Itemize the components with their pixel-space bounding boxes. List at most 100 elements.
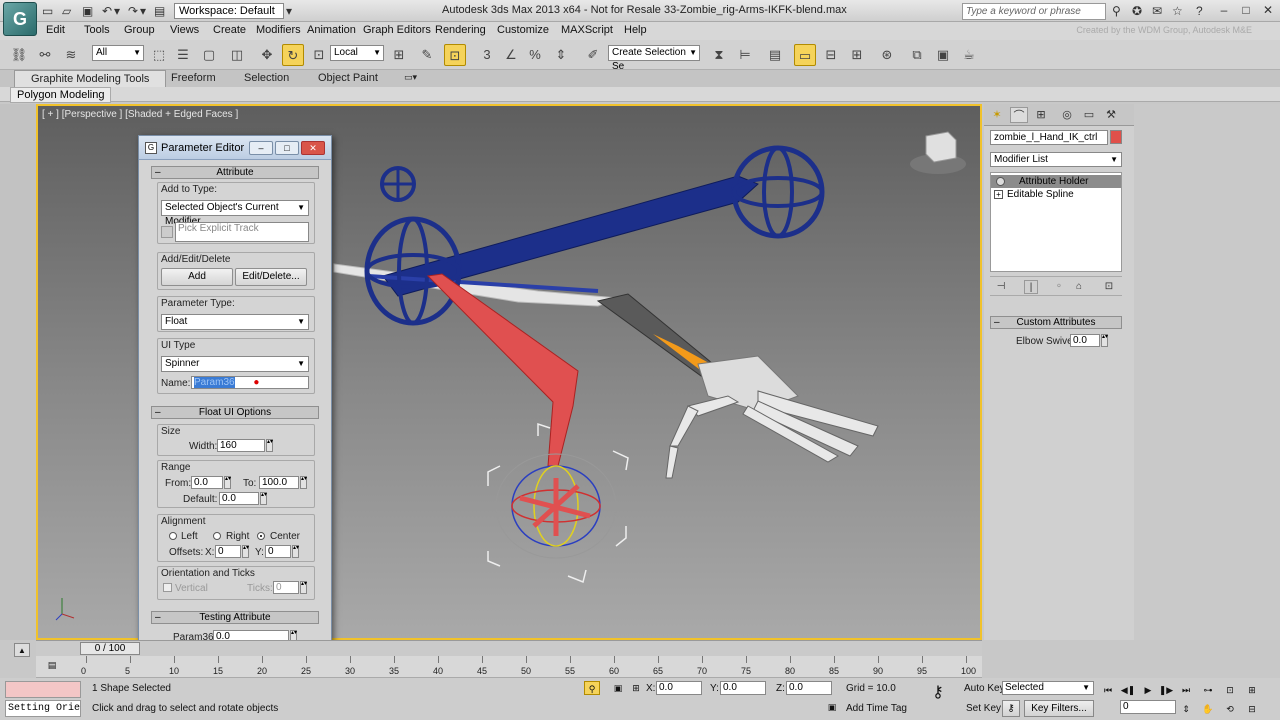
viewport-label[interactable]: [ + ] [Perspective ] [Shaded + Edged Fac… (42, 109, 238, 120)
z-coord-field[interactable]: 0.0 (786, 681, 832, 695)
schematic-view-icon[interactable]: ⊞ (846, 44, 868, 66)
percent-snap-icon[interactable]: % (524, 44, 546, 66)
time-config-icon[interactable]: ⊡ (1222, 683, 1238, 697)
utilities-tab-icon[interactable]: ⚒ (1102, 107, 1120, 123)
isolate-icon[interactable]: ▣ (610, 681, 626, 695)
width-field[interactable]: 160 (217, 439, 265, 452)
dialog-close-icon[interactable]: ✕ (301, 141, 325, 155)
graphite-toggle-icon[interactable]: ▭ (794, 44, 816, 66)
menu-customize[interactable]: Customize (497, 24, 549, 36)
current-frame-field[interactable]: 0 (1120, 700, 1176, 714)
ref-coord-dropdown[interactable]: Local ▼ (330, 45, 384, 61)
stack-item-editable-spline[interactable]: + Editable Spline (991, 188, 1121, 201)
select-object-icon[interactable]: ⬚ (148, 44, 170, 66)
selection-filter-dropdown[interactable]: All ▼ (92, 45, 144, 61)
menu-help[interactable]: Help (624, 24, 647, 36)
menu-animation[interactable]: Animation (307, 24, 356, 36)
key-filters-button[interactable]: Key Filters... (1024, 700, 1094, 717)
unlink-icon[interactable]: ⚯ (34, 44, 56, 66)
menu-tools[interactable]: Tools (84, 24, 110, 36)
rect-selection-icon[interactable]: ▢ (198, 44, 220, 66)
key-mode-dropdown[interactable]: Selected ▼ (1002, 681, 1094, 695)
object-color-swatch[interactable] (1110, 130, 1122, 144)
window-crossing-icon[interactable]: ◫ (226, 44, 248, 66)
set-key-big-icon[interactable]: ⚷ (1002, 700, 1020, 717)
save-file-icon[interactable]: ▣ (82, 3, 93, 19)
dialog-title-bar[interactable]: G Parameter Editor – □ ✕ (139, 136, 331, 160)
set-key-button[interactable]: Set Key (966, 703, 1001, 714)
align-left-radio[interactable] (169, 532, 177, 540)
edit-named-selection-icon[interactable]: ✐ (582, 44, 604, 66)
ui-type-dropdown[interactable]: Spinner ▼ (161, 356, 309, 372)
y-coord-field[interactable]: 0.0 (720, 681, 766, 695)
select-manipulate-icon[interactable]: ✎ (416, 44, 438, 66)
lightbulb-icon[interactable] (996, 177, 1005, 186)
render-production-icon[interactable]: ☕ (958, 44, 980, 66)
tab-freeform[interactable]: Freeform (171, 72, 216, 84)
select-by-name-icon[interactable]: ☰ (172, 44, 194, 66)
display-tab-icon[interactable]: ▭ (1080, 107, 1098, 123)
rotate-icon[interactable]: ↻ (282, 44, 304, 66)
elbow-swivel-field[interactable]: 0.0 (1070, 334, 1100, 347)
name-field[interactable]: Param36 ● (191, 376, 309, 389)
named-selection-dropdown[interactable]: Create Selection Se ▼ (608, 45, 700, 72)
frame-spinner[interactable]: ⇕ (1178, 702, 1194, 716)
maxscript-mini-listener[interactable]: Setting Orie (5, 700, 81, 717)
add-to-type-dropdown[interactable]: Selected Object's Current Modifier▼ (161, 200, 309, 227)
communication-icon[interactable]: ✉ (1152, 3, 1162, 19)
rendered-frame-icon[interactable]: ▣ (932, 44, 954, 66)
stack-item-attribute-holder[interactable]: Attribute Holder (991, 175, 1121, 188)
time-slider-thumb[interactable]: 0 / 100 (80, 642, 140, 655)
hold-icon[interactable]: ▤ (154, 3, 165, 19)
from-spinner[interactable]: ▴▾ (224, 476, 231, 489)
snaps-toggle-icon[interactable]: 3 (476, 44, 498, 66)
workspace-arrow-icon[interactable]: ▾ (286, 3, 292, 19)
time-tag-icon[interactable]: ▣ (824, 700, 840, 714)
absolute-mode-icon[interactable]: ⊞ (628, 681, 644, 695)
dialog-minimize-icon[interactable]: – (249, 141, 273, 155)
next-frame-icon[interactable]: ❚▶ (1158, 683, 1174, 697)
angle-snap-icon[interactable]: ∠ (500, 44, 522, 66)
prev-frame-icon[interactable]: ◀❚ (1120, 683, 1136, 697)
align-icon[interactable]: ⊨ (734, 44, 756, 66)
menu-edit[interactable]: Edit (46, 24, 65, 36)
attribute-rollout[interactable]: – Attribute (151, 166, 319, 179)
zoom-extents-icon[interactable]: ⊞ (1244, 683, 1260, 697)
tab-graphite-modeling[interactable]: Graphite Modeling Tools (14, 70, 167, 87)
help-icon[interactable]: ? (1196, 3, 1203, 19)
pivot-center-icon[interactable]: ⊞ (388, 44, 410, 66)
menu-maxscript[interactable]: MAXScript (561, 24, 613, 36)
curve-editor-mini-icon[interactable]: ▤ (44, 658, 60, 672)
modifier-list-dropdown[interactable]: Modifier List ▼ (990, 152, 1122, 167)
play-icon[interactable]: ▶ (1140, 683, 1156, 697)
tab-selection[interactable]: Selection (244, 72, 289, 84)
go-to-end-icon[interactable]: ⏭ (1178, 683, 1194, 697)
move-icon[interactable]: ✥ (256, 44, 278, 66)
modify-tab-icon[interactable]: ⌒ (1010, 107, 1028, 123)
auto-key-button[interactable]: Auto Key (964, 683, 1005, 694)
hierarchy-tab-icon[interactable]: ⊞ (1032, 107, 1050, 123)
favorites-icon[interactable]: ☆ (1172, 3, 1183, 19)
track-bar[interactable]: 0 5 10 15 20 25 30 35 40 45 50 55 60 65 70 75 80 85 90 95 10… (36, 656, 982, 678)
show-end-result-icon[interactable]: | (1024, 280, 1038, 294)
offset-x-field[interactable]: 0 (215, 545, 241, 558)
ticks-field[interactable]: 0 (273, 581, 299, 594)
workspace-dropdown[interactable]: Workspace: Default (174, 3, 284, 19)
open-file-icon[interactable]: ▱ (62, 3, 71, 19)
tab-object-paint[interactable]: Object Paint (318, 72, 378, 84)
offset-y-spinner[interactable]: ▴▾ (292, 545, 299, 558)
mirror-icon[interactable]: ⧗ (708, 44, 730, 66)
subscription-icon[interactable]: ✪ (1132, 3, 1142, 19)
menu-views[interactable]: Views (170, 24, 199, 36)
pick-track-field[interactable]: Pick Explicit Track (175, 222, 309, 242)
close-icon[interactable]: ✕ (1258, 1, 1278, 19)
undo-dropdown-icon[interactable]: ▾ (114, 3, 120, 19)
redo-dropdown-icon[interactable]: ▾ (140, 3, 146, 19)
edit-delete-button[interactable]: Edit/Delete... (235, 268, 307, 286)
menu-modifiers[interactable]: Modifiers (256, 24, 301, 36)
scale-icon[interactable]: ⊡ (308, 44, 330, 66)
to-field[interactable]: 100.0 (259, 476, 299, 489)
orbit-icon[interactable]: ⟲ (1222, 702, 1238, 716)
material-editor-icon[interactable]: ⊛ (876, 44, 898, 66)
menu-group[interactable]: Group (124, 24, 155, 36)
